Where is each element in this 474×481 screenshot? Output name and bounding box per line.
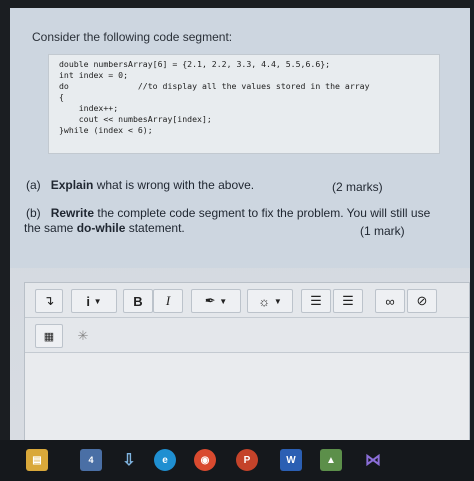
code-line: cout << numbesArray[index]; <box>59 114 212 124</box>
chevron-down-icon: ▼ <box>219 296 228 306</box>
code-line: do //to display all the values stored in… <box>59 81 370 91</box>
media-icon: ✳ <box>77 328 89 343</box>
part-b-line2-bold: do-while <box>76 221 126 235</box>
unlink-button[interactable]: ⊘ <box>407 289 437 313</box>
app-icon[interactable]: ▲ <box>320 449 342 471</box>
part-a-marks: (2 marks) <box>332 180 383 194</box>
taskbar: ▤ 4 ⇩ e ◉ P W ▲ ⋈ <box>0 440 474 481</box>
visual-studio-icon[interactable]: ⋈ <box>362 449 384 471</box>
download-icon[interactable]: ⇩ <box>118 449 140 471</box>
code-line: index++; <box>59 103 119 113</box>
answer-text-area[interactable] <box>25 353 469 440</box>
part-b-marks: (1 mark) <box>360 224 405 238</box>
insert-media-button[interactable]: ✳ <box>69 324 97 348</box>
numbered-list-button[interactable]: ☰ <box>333 289 363 313</box>
info-label: i <box>86 293 91 309</box>
powerpoint-icon[interactable]: P <box>236 449 258 471</box>
code-line: }while (index < 6); <box>59 125 153 135</box>
mail-icon[interactable]: 4 <box>80 449 102 471</box>
part-b-text: the complete code segment to fix the pro… <box>97 206 431 220</box>
part-b: (b) Rewrite the complete code segment to… <box>26 206 466 220</box>
part-a-text: what is wrong with the above. <box>96 178 255 192</box>
chevron-down-icon: ▼ <box>273 296 282 306</box>
lightbulb-dropdown-button[interactable]: ☼ ▼ <box>247 289 293 313</box>
link-button[interactable]: ∞ <box>375 289 405 313</box>
editor-toolbar-row-1: ↴ i ▼ B I ✒ ▼ ☼ ▼ ☰ ☰ ∞ ⊘ <box>25 283 469 318</box>
lightbulb-icon: ☼ <box>258 293 271 309</box>
unlink-icon: ⊘ <box>416 293 428 308</box>
numbered-list-icon: ☰ <box>342 293 354 308</box>
part-b-line2: the same do-while statement. <box>24 221 185 235</box>
part-a: (a) Explain what is wrong with the above… <box>26 178 254 192</box>
editor-toolbar-row-2: ▦ ✳ <box>25 318 469 353</box>
info-dropdown-button[interactable]: i ▼ <box>71 289 117 313</box>
link-icon: ∞ <box>385 293 395 309</box>
code-line: { <box>59 92 64 102</box>
notification-badge: 4 <box>88 455 94 465</box>
code-block: double numbersArray[6] = {2.1, 2.2, 3.3,… <box>48 54 440 154</box>
part-b-letter: (b) <box>26 206 41 220</box>
chevron-down-icon: ▼ <box>93 296 102 306</box>
part-a-verb: Explain <box>50 178 94 192</box>
image-icon: ▦ <box>43 330 55 343</box>
screen: Consider the following code segment: dou… <box>10 8 470 440</box>
brush-icon: ✒ <box>204 293 216 308</box>
brush-dropdown-button[interactable]: ✒ ▼ <box>191 289 241 313</box>
file-explorer-icon[interactable]: ▤ <box>26 449 48 471</box>
question-area: Consider the following code segment: dou… <box>10 8 470 268</box>
insert-image-button[interactable]: ▦ <box>35 324 63 348</box>
bold-button[interactable]: B <box>123 289 153 313</box>
part-b-verb: Rewrite <box>50 206 95 220</box>
paragraph-style-icon: ↴ <box>43 293 55 308</box>
word-icon[interactable]: W <box>280 449 302 471</box>
answer-editor[interactable]: ↴ i ▼ B I ✒ ▼ ☼ ▼ ☰ ☰ ∞ ⊘ ▦ ✳ <box>24 282 470 440</box>
bullet-list-button[interactable]: ☰ <box>301 289 331 313</box>
chrome-icon[interactable]: ◉ <box>194 449 216 471</box>
paragraph-style-button[interactable]: ↴ <box>35 289 63 313</box>
code-line: int index = 0; <box>59 70 129 80</box>
code-line: double numbersArray[6] = {2.1, 2.2, 3.3,… <box>59 59 331 69</box>
part-a-letter: (a) <box>26 178 41 192</box>
part-b-line2-pre: the same <box>24 221 74 235</box>
edge-icon[interactable]: e <box>154 449 176 471</box>
italic-button[interactable]: I <box>153 289 183 313</box>
question-prompt: Consider the following code segment: <box>32 30 233 44</box>
part-b-line2-post: statement. <box>128 221 185 235</box>
bullet-list-icon: ☰ <box>310 293 322 308</box>
